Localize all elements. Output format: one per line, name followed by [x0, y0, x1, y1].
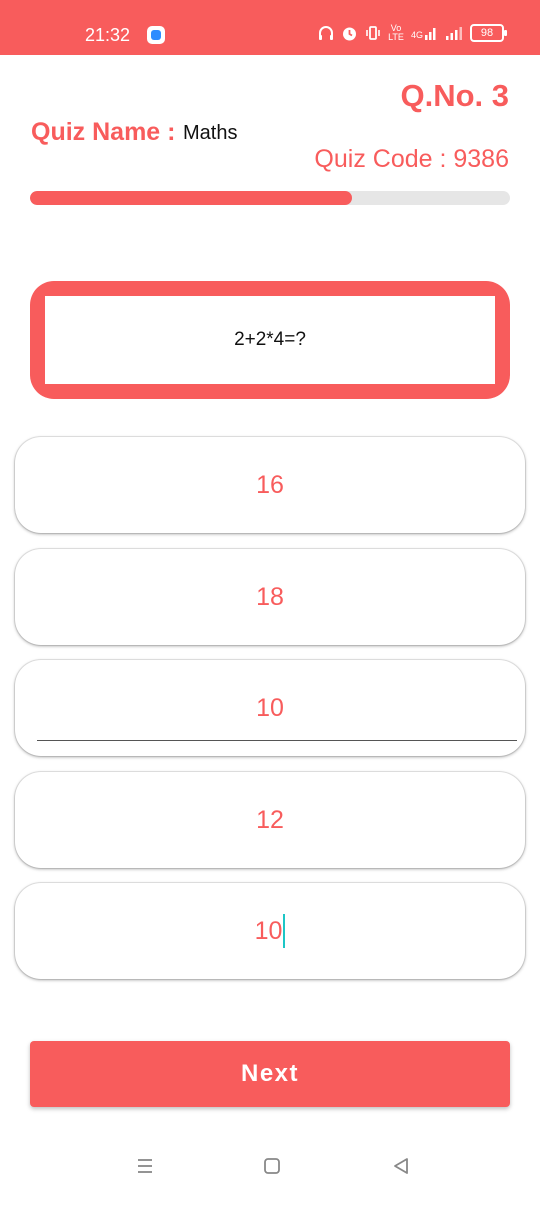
text-cursor [283, 914, 286, 948]
status-time: 21:32 [85, 25, 131, 45]
answer-option-label: 12 [256, 805, 284, 834]
status-icons: Vo LTE 4G 98 [318, 23, 507, 42]
volte-icon: Vo LTE [388, 23, 404, 42]
question-number: Q.No. 3 [400, 78, 509, 113]
quiz-name-value: Maths [183, 122, 238, 144]
answer-option-5-input[interactable]: 10 [15, 883, 525, 979]
recents-menu-icon[interactable] [136, 1156, 154, 1176]
answer-option-label: 10 [254, 916, 283, 945]
answer-option-4[interactable]: 12 [15, 772, 525, 868]
next-button[interactable]: Next [30, 1041, 510, 1107]
system-nav-bar [0, 1140, 540, 1206]
answer-option-3[interactable]: 10 [15, 660, 525, 756]
signal-icon [445, 26, 463, 40]
quiz-progress-fill [30, 191, 352, 205]
app-notification-icon [147, 26, 165, 44]
answer-option-label: 16 [256, 470, 284, 499]
option-underline [37, 739, 517, 741]
question-text: 2+2*4=? [45, 296, 495, 384]
answer-option-label: 18 [256, 582, 284, 611]
answer-option-label: 10 [256, 693, 284, 722]
alarm-icon [341, 25, 358, 42]
question-card: 2+2*4=? [30, 281, 510, 399]
battery-icon: 98 [470, 24, 507, 42]
back-triangle-icon[interactable] [392, 1156, 410, 1176]
quiz-name-label: Quiz Name : [31, 118, 176, 146]
headphones-icon [318, 25, 334, 41]
vibrate-icon [365, 25, 381, 41]
answer-option-2[interactable]: 18 [15, 549, 525, 645]
quiz-code: Quiz Code : 9386 [314, 145, 509, 173]
home-square-icon[interactable] [263, 1156, 281, 1176]
quiz-progress-bar [30, 191, 510, 205]
signal-4g-icon: 4G [411, 26, 438, 40]
answer-option-1[interactable]: 16 [15, 437, 525, 533]
status-bar: 21:32 Vo LTE 4G 98 [0, 0, 540, 55]
